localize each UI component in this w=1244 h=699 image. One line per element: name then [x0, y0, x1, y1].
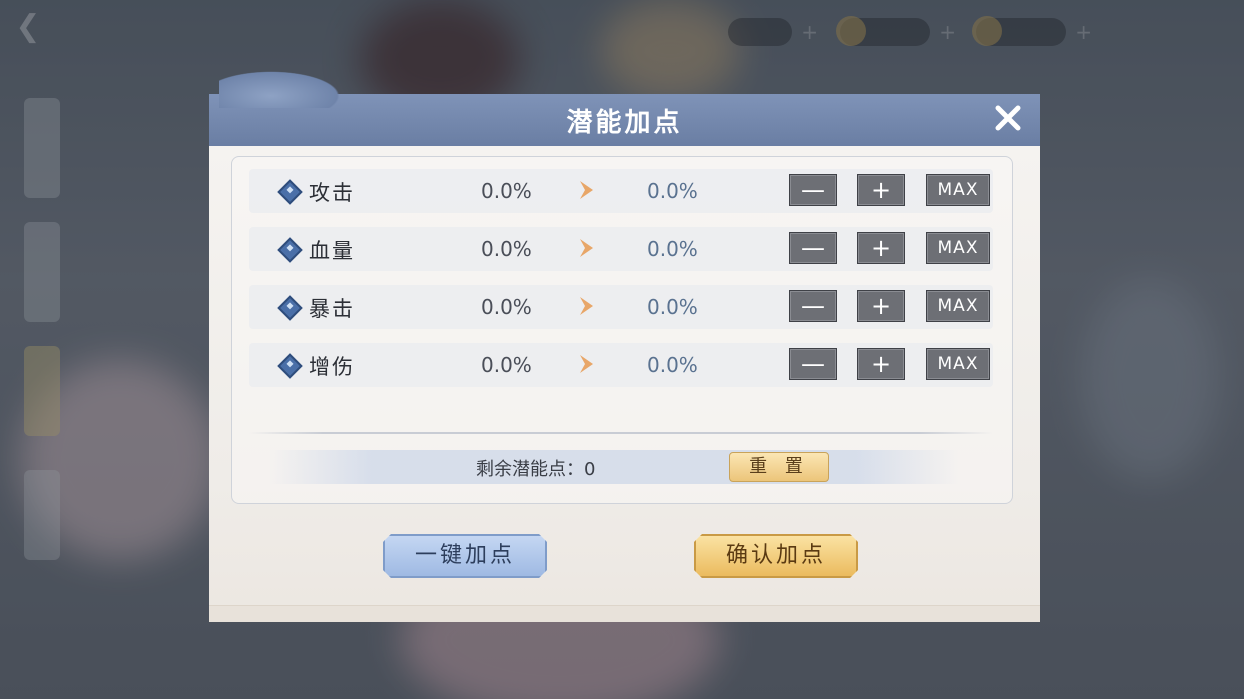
diamond-icon: [277, 295, 303, 321]
decrease-button[interactable]: —: [789, 174, 837, 206]
max-button[interactable]: MAX: [926, 290, 990, 322]
diamond-icon: [277, 237, 303, 263]
max-button[interactable]: MAX: [926, 174, 990, 206]
stat-current-value: 0.0%: [481, 353, 532, 377]
stat-current-value: 0.0%: [481, 179, 532, 203]
stat-label: 暴击: [309, 297, 355, 321]
stat-next-value: 0.0%: [647, 295, 698, 319]
stat-current-value: 0.0%: [481, 295, 532, 319]
stat-label: 增伤: [309, 355, 355, 379]
stat-row-attack: 攻击 0.0% 0.0% — + MAX: [249, 169, 993, 213]
confirm-button[interactable]: 确认加点: [694, 534, 858, 578]
max-button[interactable]: MAX: [926, 232, 990, 264]
decrease-button[interactable]: —: [789, 348, 837, 380]
stat-label: 攻击: [309, 181, 355, 205]
dialog-header: 潜能加点: [209, 68, 1040, 146]
stat-next-value: 0.0%: [647, 237, 698, 261]
stat-current-value: 0.0%: [481, 237, 532, 261]
stat-row-crit: 暴击 0.0% 0.0% — + MAX: [249, 285, 993, 329]
dialog-title: 潜能加点: [566, 108, 683, 138]
diamond-icon: [277, 179, 303, 205]
dialog-footer: [209, 605, 1040, 622]
diamond-icon: [277, 353, 303, 379]
arrow-right-icon: [580, 181, 593, 199]
max-button[interactable]: MAX: [926, 348, 990, 380]
decrease-button[interactable]: —: [789, 290, 837, 322]
dialog-body: 攻击 0.0% 0.0% — + MAX 血量 0.0% 0.0% — + MA…: [209, 146, 1040, 622]
stat-label: 血量: [309, 239, 355, 263]
arrow-right-icon: [580, 297, 593, 315]
reset-button[interactable]: 重 置: [729, 452, 829, 482]
increase-button[interactable]: +: [857, 232, 905, 264]
auto-assign-button[interactable]: 一键加点: [383, 534, 547, 578]
arrow-right-icon: [580, 239, 593, 257]
stat-row-damage-boost: 增伤 0.0% 0.0% — + MAX: [249, 343, 993, 387]
divider: [249, 432, 993, 434]
close-icon[interactable]: [990, 100, 1026, 136]
arrow-right-icon: [580, 355, 593, 373]
potential-points-dialog: 潜能加点 攻击 0.0% 0.0% — + MAX 血量 0.0% 0.0% —: [209, 68, 1040, 622]
increase-button[interactable]: +: [857, 290, 905, 322]
stat-next-value: 0.0%: [647, 353, 698, 377]
stat-row-hp: 血量 0.0% 0.0% — + MAX: [249, 227, 993, 271]
increase-button[interactable]: +: [857, 348, 905, 380]
increase-button[interactable]: +: [857, 174, 905, 206]
remaining-points-bar: 剩余潜能点：0 重 置: [269, 450, 959, 484]
stat-next-value: 0.0%: [647, 179, 698, 203]
decrease-button[interactable]: —: [789, 232, 837, 264]
remaining-points-label: 剩余潜能点：0: [476, 459, 596, 480]
